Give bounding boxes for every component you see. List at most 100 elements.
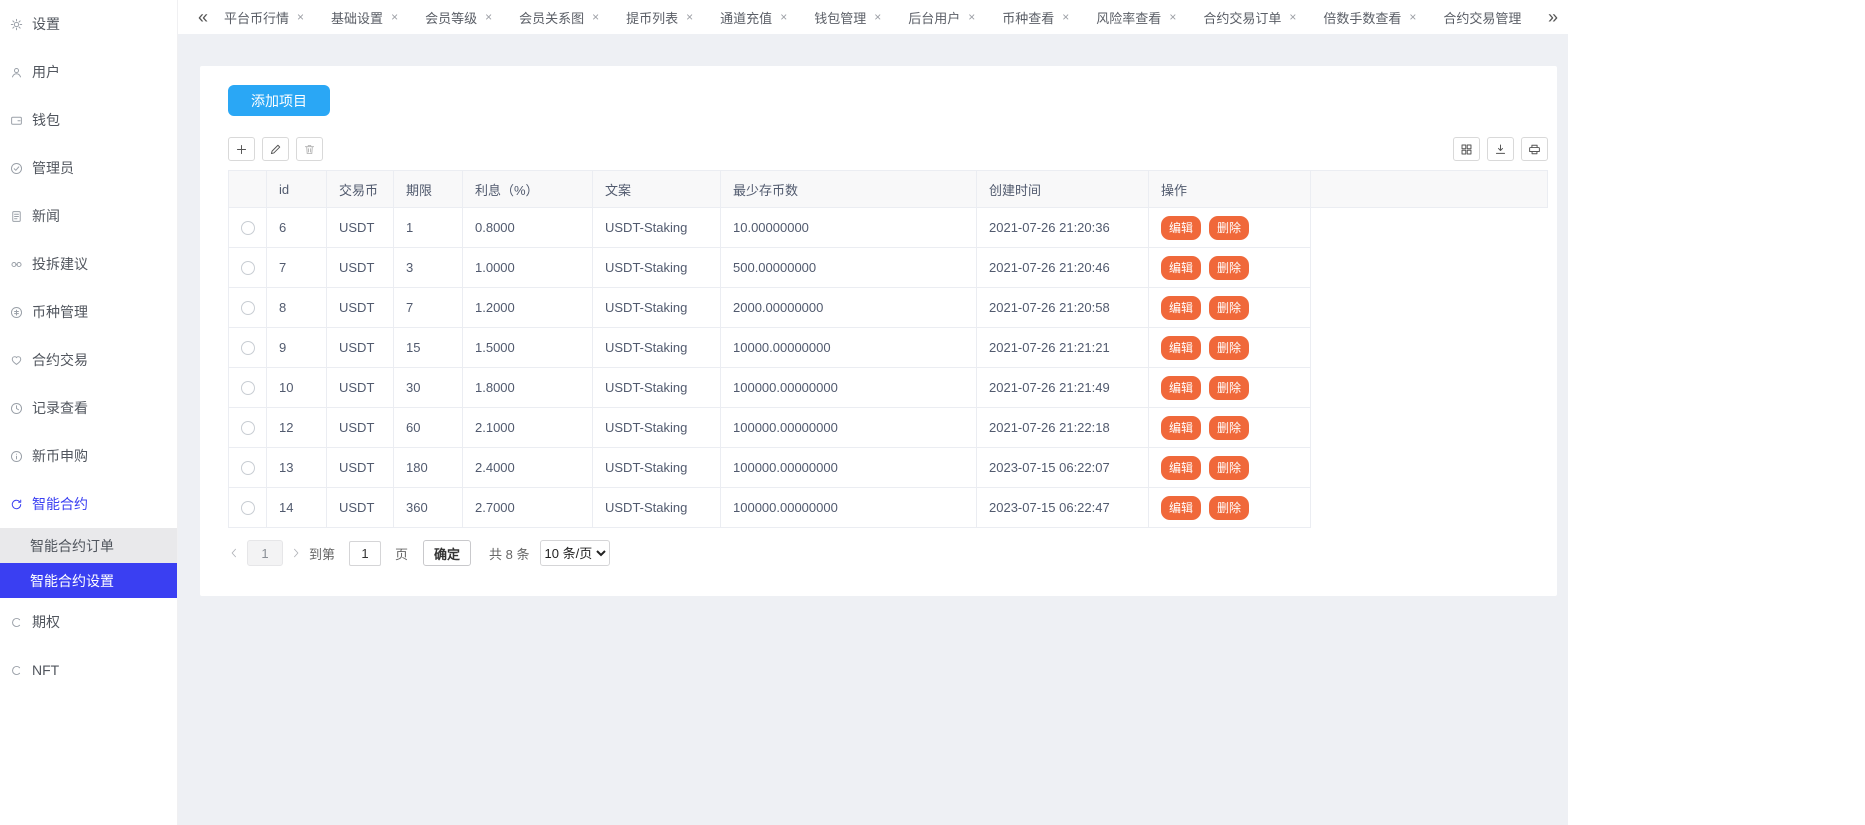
delete-button[interactable]: 删除 (1209, 216, 1249, 240)
tabs-scroll-left-icon[interactable]: « (198, 8, 208, 26)
row-actions-cell: 编辑删除 (1149, 288, 1311, 328)
edit-row-button[interactable] (262, 137, 289, 161)
tabs-scroll-right-icon[interactable]: » (1548, 8, 1558, 26)
row-radio[interactable] (241, 461, 255, 475)
sidebar-item-new-coin-subscription[interactable]: 新币申购 (0, 432, 177, 480)
prev-page-icon[interactable] (228, 547, 240, 559)
cell-interest: 2.1000 (463, 408, 593, 448)
edit-button[interactable]: 编辑 (1161, 456, 1201, 480)
row-radio[interactable] (241, 301, 255, 315)
printer-icon (1528, 143, 1541, 156)
delete-button[interactable]: 删除 (1209, 456, 1249, 480)
sidebar-item-smart-contract[interactable]: 智能合约 (0, 480, 177, 528)
edit-button[interactable]: 编辑 (1161, 216, 1201, 240)
tab-9[interactable]: 风险率查看× (1096, 8, 1176, 27)
sidebar-item-users[interactable]: 用户 (0, 48, 177, 96)
tab-close-icon[interactable]: × (485, 11, 492, 23)
tab-close-icon[interactable]: × (1169, 11, 1176, 23)
add-row-button[interactable] (228, 137, 255, 161)
next-page-icon[interactable] (290, 547, 302, 559)
sidebar-item-label: 用户 (32, 62, 60, 82)
delete-button[interactable]: 删除 (1209, 336, 1249, 360)
column-header: 最少存币数 (721, 171, 977, 208)
print-button[interactable] (1521, 137, 1548, 161)
tab-close-icon[interactable]: × (1062, 11, 1069, 23)
row-radio[interactable] (241, 421, 255, 435)
sidebar-item-label: 智能合约 (32, 494, 88, 514)
delete-row-button[interactable] (296, 137, 323, 161)
tab-6[interactable]: 钱包管理× (814, 8, 881, 27)
delete-button[interactable]: 删除 (1209, 256, 1249, 280)
edit-button[interactable]: 编辑 (1161, 416, 1201, 440)
tab-close-icon[interactable]: × (1409, 11, 1416, 23)
delete-button[interactable]: 删除 (1209, 496, 1249, 520)
tab-close-icon[interactable]: × (297, 11, 304, 23)
row-radio[interactable] (241, 381, 255, 395)
tab-close-icon[interactable]: × (592, 11, 599, 23)
row-select-cell (229, 328, 267, 368)
sidebar-item-coin-management[interactable]: 币种管理 (0, 288, 177, 336)
tab-7[interactable]: 后台用户× (908, 8, 975, 27)
row-radio[interactable] (241, 221, 255, 235)
sidebar-item-news[interactable]: 新闻 (0, 192, 177, 240)
edit-button[interactable]: 编辑 (1161, 256, 1201, 280)
tab-close-icon[interactable]: × (391, 11, 398, 23)
delete-button[interactable]: 删除 (1209, 416, 1249, 440)
page-size-select[interactable]: 10 条/页 (540, 540, 610, 566)
edit-button[interactable]: 编辑 (1161, 296, 1201, 320)
tab-1[interactable]: 基础设置× (331, 8, 398, 27)
tab-4[interactable]: 提币列表 × (626, 8, 693, 27)
tab-12[interactable]: 合约交易管理 (1443, 8, 1521, 27)
row-select-cell (229, 208, 267, 248)
goto-page-input[interactable] (349, 541, 381, 566)
sidebar-item-nft[interactable]: NFT (0, 646, 177, 694)
sidebar-item-options[interactable]: 期权 (0, 598, 177, 646)
tab-11[interactable]: 倍数手数查看× (1323, 8, 1416, 27)
edit-button[interactable]: 编辑 (1161, 336, 1201, 360)
delete-button[interactable]: 删除 (1209, 296, 1249, 320)
current-page-indicator[interactable]: 1 (247, 540, 283, 566)
total-count-label: 共 8 条 (489, 544, 529, 563)
app-window: 设置用户钱包管理员新闻投拆建议币种管理合约交易记录查看新币申购智能合约智能合约订… (0, 0, 1568, 825)
sidebar-subitem-smart-contract-settings[interactable]: 智能合约设置 (0, 563, 177, 598)
cell-term: 180 (394, 448, 463, 488)
select-column-header (229, 171, 267, 208)
tab-5[interactable]: 通道充值× (720, 8, 787, 27)
sidebar-item-feedback[interactable]: 投拆建议 (0, 240, 177, 288)
tab-label: 提币列表 (626, 8, 678, 27)
tab-8[interactable]: 币种查看× (1002, 8, 1069, 27)
tab-close-icon[interactable]: × (968, 11, 975, 23)
row-actions-cell: 编辑删除 (1149, 208, 1311, 248)
tab-close-icon[interactable]: × (686, 11, 693, 23)
cell-created: 2021-07-26 21:22:18 (977, 408, 1149, 448)
grid-icon (1460, 143, 1473, 156)
row-radio[interactable] (241, 341, 255, 355)
sidebar-item-record-view[interactable]: 记录查看 (0, 384, 177, 432)
export-button[interactable] (1487, 137, 1514, 161)
edit-button[interactable]: 编辑 (1161, 376, 1201, 400)
row-radio[interactable] (241, 501, 255, 515)
tab-2[interactable]: 会员等级× (425, 8, 492, 27)
confirm-page-button[interactable]: 确定 (423, 540, 471, 566)
tab-10[interactable]: 合约交易订单 × (1203, 8, 1296, 27)
table-row: 14USDT3602.7000USDT-Staking100000.000000… (229, 488, 1548, 528)
tab-3[interactable]: 会员关系图× (519, 8, 599, 27)
row-radio[interactable] (241, 261, 255, 275)
delete-button[interactable]: 删除 (1209, 376, 1249, 400)
sidebar-item-contract-trading[interactable]: 合约交易 (0, 336, 177, 384)
sidebar-item-wallet[interactable]: 钱包 (0, 96, 177, 144)
sidebar-subitem-smart-contract-orders[interactable]: 智能合约订单 (0, 528, 177, 563)
cell-min_deposit: 100000.00000000 (721, 488, 977, 528)
sidebar-item-settings[interactable]: 设置 (0, 0, 177, 48)
sidebar-item-admins[interactable]: 管理员 (0, 144, 177, 192)
columns-button[interactable] (1453, 137, 1480, 161)
add-project-button[interactable]: 添加项目 (228, 85, 330, 116)
tab-label: 合约交易订单 (1203, 8, 1281, 27)
edit-button[interactable]: 编辑 (1161, 496, 1201, 520)
cell-term: 7 (394, 288, 463, 328)
tab-close-icon[interactable]: × (874, 11, 881, 23)
tab-close-icon[interactable]: × (1289, 11, 1296, 23)
tab-0[interactable]: 平台币行情× (224, 8, 304, 27)
tab-close-icon[interactable]: × (780, 11, 787, 23)
cell-text: USDT-Staking (593, 208, 721, 248)
